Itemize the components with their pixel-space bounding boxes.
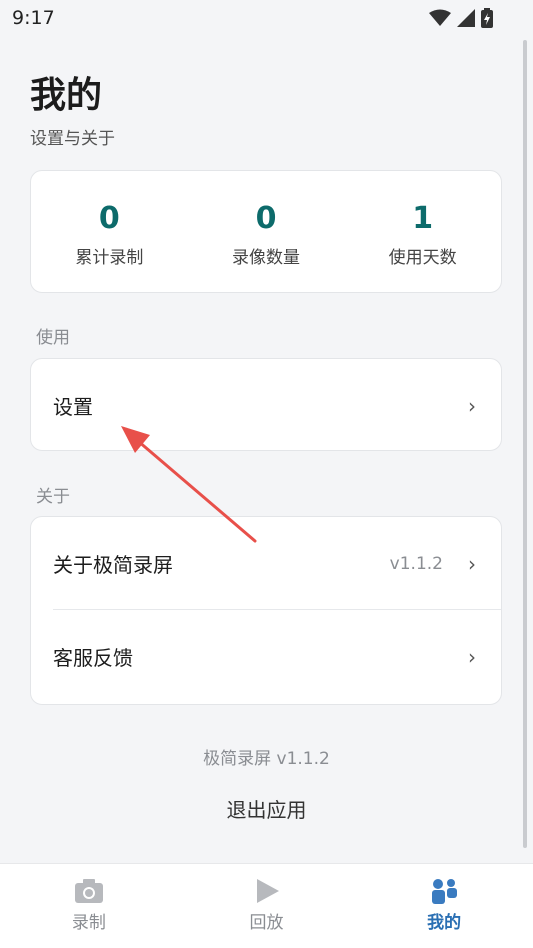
about-app-row[interactable]: 关于极简录屏 v1.1.2 › xyxy=(31,517,501,610)
play-icon xyxy=(256,879,279,903)
chevron-right-icon: › xyxy=(468,551,476,576)
stat-label: 录像数量 xyxy=(232,248,300,268)
stat-value: 0 xyxy=(255,201,277,236)
profile-icon xyxy=(432,879,458,904)
tab-label: 我的 xyxy=(427,913,462,933)
usage-card: 设置 › xyxy=(30,358,502,451)
chevron-right-icon: › xyxy=(468,644,476,669)
bottom-tab-bar: 录制 回放 我的 xyxy=(0,863,533,948)
feedback-row[interactable]: 客服反馈 › xyxy=(31,610,501,703)
scrollbar[interactable] xyxy=(523,40,527,848)
settings-row[interactable]: 设置 › xyxy=(31,359,501,452)
page-subtitle: 设置与关于 xyxy=(30,129,115,149)
stat-video-count: 0 录像数量 xyxy=(188,171,345,292)
tab-label: 回放 xyxy=(249,913,284,933)
wifi-icon xyxy=(429,9,451,26)
chevron-right-icon: › xyxy=(468,393,476,418)
status-time: 9:17 xyxy=(12,7,55,29)
tab-playback[interactable]: 回放 xyxy=(178,864,356,948)
feedback-label: 客服反馈 xyxy=(53,646,133,670)
stat-label: 累计录制 xyxy=(75,248,144,268)
version-value: v1.1.2 xyxy=(389,553,443,574)
stat-days-used: 1 使用天数 xyxy=(344,171,501,292)
stat-value: 1 xyxy=(412,201,434,236)
stat-label: 使用天数 xyxy=(388,248,457,268)
camera-icon xyxy=(74,879,103,903)
status-bar: 9:17 xyxy=(0,0,533,36)
tab-mine[interactable]: 我的 xyxy=(355,864,533,948)
stat-value: 0 xyxy=(98,201,120,236)
battery-icon xyxy=(481,8,493,28)
tab-record[interactable]: 录制 xyxy=(0,864,178,948)
section-label-usage: 使用 xyxy=(36,328,70,348)
about-card: 关于极简录屏 v1.1.2 › 客服反馈 › xyxy=(30,516,502,705)
status-icons xyxy=(429,8,493,28)
stat-total-recordings: 0 累计录制 xyxy=(31,171,188,292)
section-label-about: 关于 xyxy=(36,487,70,507)
stats-card: 0 累计录制 0 录像数量 1 使用天数 xyxy=(30,170,502,293)
logout-button[interactable]: 退出应用 xyxy=(0,794,533,823)
signal-icon xyxy=(457,9,475,27)
page-title: 我的 xyxy=(30,75,103,116)
about-app-label: 关于极简录屏 xyxy=(53,553,173,577)
tab-label: 录制 xyxy=(71,913,106,933)
settings-label: 设置 xyxy=(53,395,93,419)
footer-version: 极简录屏 v1.1.2 xyxy=(203,749,330,769)
